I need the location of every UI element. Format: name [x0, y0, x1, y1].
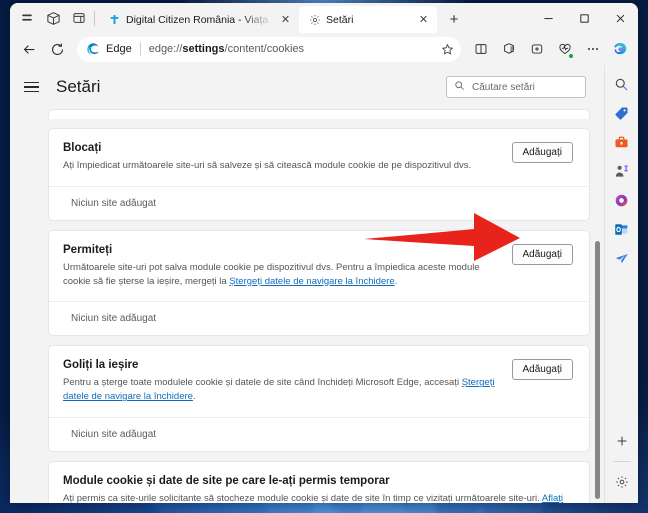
- omnibox-brand: Edge: [106, 43, 132, 55]
- shopping-tag-icon[interactable]: [609, 100, 635, 126]
- tab-title: Digital Citizen România - Viața în: [126, 13, 273, 26]
- tab-strip: Digital Citizen România - Viața în ✕ Set…: [10, 3, 638, 33]
- page-title: Setări: [56, 77, 101, 96]
- tabstrip-divider: [94, 11, 95, 26]
- essentials-status-badge: [568, 52, 574, 59]
- card-empty-state: Niciun site adăugat: [49, 416, 589, 451]
- cross-icon: [108, 13, 121, 26]
- sidebar-settings-gear-icon[interactable]: [609, 469, 635, 495]
- tab-close-icon[interactable]: ✕: [416, 12, 431, 27]
- card-title: Goliți la ieșire: [63, 359, 139, 372]
- minimize-button[interactable]: [530, 3, 566, 33]
- card-description: Ați permis ca site-urile solicitante să …: [63, 492, 573, 503]
- add-button-permiteti[interactable]: Adăugați: [511, 243, 573, 265]
- outlook-icon[interactable]: [609, 216, 635, 242]
- card-empty-state: Niciun site adăugat: [49, 301, 589, 335]
- search-placeholder: Căutare setări: [472, 81, 535, 93]
- maximize-button[interactable]: [566, 3, 602, 33]
- drop-icon[interactable]: [609, 245, 635, 271]
- clear-browsing-data-link[interactable]: Ștergeți datele de navigare la închidere: [229, 276, 394, 287]
- extensions-icon[interactable]: [523, 36, 550, 63]
- settings-menu-icon[interactable]: [24, 76, 46, 98]
- copilot-icon[interactable]: [607, 36, 634, 63]
- new-tab-button[interactable]: +: [441, 7, 467, 31]
- card-header: Blocați Ați împiedicat următoarele site-…: [49, 129, 589, 186]
- more-options-icon[interactable]: [579, 36, 606, 63]
- add-button-goliti[interactable]: Adăugați: [511, 359, 573, 381]
- games-icon[interactable]: [609, 158, 635, 184]
- settings-scroll-area[interactable]: Blocați Ați împiedicat următoarele site-…: [10, 109, 604, 503]
- gear-icon: [308, 13, 321, 26]
- favorite-star-icon[interactable]: [437, 39, 457, 59]
- address-bar[interactable]: Edge edge://settings/content/cookies: [77, 36, 461, 62]
- settings-page: Setări Căutare setări Blocați Ați împied…: [10, 65, 604, 503]
- navigation-toolbar: Edge edge://settings/content/cookies: [10, 33, 638, 65]
- tab-digital-citizen[interactable]: Digital Citizen România - Viața în ✕: [99, 6, 299, 33]
- back-icon[interactable]: [16, 36, 43, 63]
- card-permiteti: Permiteți Următoarele site-uri pot salva…: [48, 229, 590, 337]
- scrollbar-thumb[interactable]: [595, 241, 600, 499]
- card-partial-above: [48, 109, 590, 119]
- omnibox-divider: [139, 42, 141, 56]
- browser-window: Digital Citizen România - Viața în ✕ Set…: [10, 3, 638, 503]
- card-description: Următoarele site-uri pot salva module co…: [63, 261, 480, 287]
- tab-title: Setări: [326, 13, 354, 26]
- search-icon[interactable]: [609, 71, 635, 97]
- workspaces-icon[interactable]: [40, 5, 66, 31]
- tab-setari[interactable]: Setări ✕: [299, 6, 437, 33]
- microsoft-365-icon[interactable]: [609, 187, 635, 213]
- tab-pane-icon[interactable]: [66, 5, 92, 31]
- card-description: Pentru a șterge toate modulele cookie și…: [63, 377, 495, 403]
- tools-icon[interactable]: [609, 129, 635, 155]
- window-controls: [530, 3, 638, 33]
- card-title: Blocați: [63, 142, 102, 154]
- scrollbar-track[interactable]: [593, 109, 602, 503]
- card-description: Ați împiedicat următoarele site-uri să s…: [63, 160, 472, 171]
- card-blocati: Blocați Ați împiedicat următoarele site-…: [48, 128, 590, 221]
- card-header: Module cookie și date de site pe care le…: [49, 462, 589, 503]
- add-sidebar-app-button[interactable]: [609, 428, 635, 454]
- settings-cards: Blocați Ați împiedicat următoarele site-…: [10, 109, 604, 503]
- tab-actions-icon[interactable]: [14, 5, 40, 31]
- card-title: Module cookie și date de site pe care le…: [63, 474, 390, 487]
- refresh-icon[interactable]: [44, 36, 71, 63]
- tab-close-icon[interactable]: ✕: [278, 12, 293, 27]
- browser-essentials-icon[interactable]: [551, 36, 578, 63]
- card-title: Permiteți: [63, 243, 113, 256]
- card-goliti-la-iesire: Goliți la ieșire Pentru a șterge toate m…: [48, 345, 590, 452]
- collections-icon[interactable]: [495, 36, 522, 63]
- close-button[interactable]: [602, 3, 638, 33]
- page-area: Setări Căutare setări Blocați Ați împied…: [10, 65, 638, 503]
- edge-logo-icon: [86, 42, 100, 56]
- search-settings-input[interactable]: Căutare setări: [446, 76, 586, 98]
- split-screen-icon[interactable]: [467, 36, 494, 63]
- edge-sidebar: [604, 65, 638, 503]
- card-empty-state: Niciun site adăugat: [49, 185, 589, 220]
- card-header: Goliți la ieșire Pentru a șterge toate m…: [49, 346, 589, 417]
- omnibox-url: edge://settings/content/cookies: [148, 43, 305, 55]
- sidebar-divider: [612, 461, 631, 462]
- card-header: Permiteți Următoarele site-uri pot salva…: [49, 231, 589, 302]
- add-button-blocati[interactable]: Adăugați: [511, 142, 573, 163]
- card-module-cookie-temporar: Module cookie și date de site pe care le…: [48, 460, 590, 503]
- search-icon: [454, 80, 465, 94]
- settings-header: Setări Căutare setări: [10, 65, 604, 109]
